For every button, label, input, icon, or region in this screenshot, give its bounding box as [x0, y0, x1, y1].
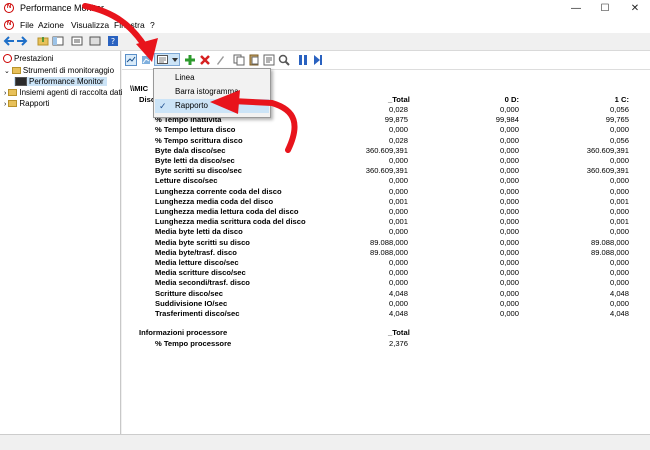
arrow-head-rapporto [210, 90, 240, 114]
arrow-to-rapporto [229, 98, 298, 153]
arrow-to-graph-button [82, 3, 149, 51]
annotation-arrows [82, 3, 298, 153]
